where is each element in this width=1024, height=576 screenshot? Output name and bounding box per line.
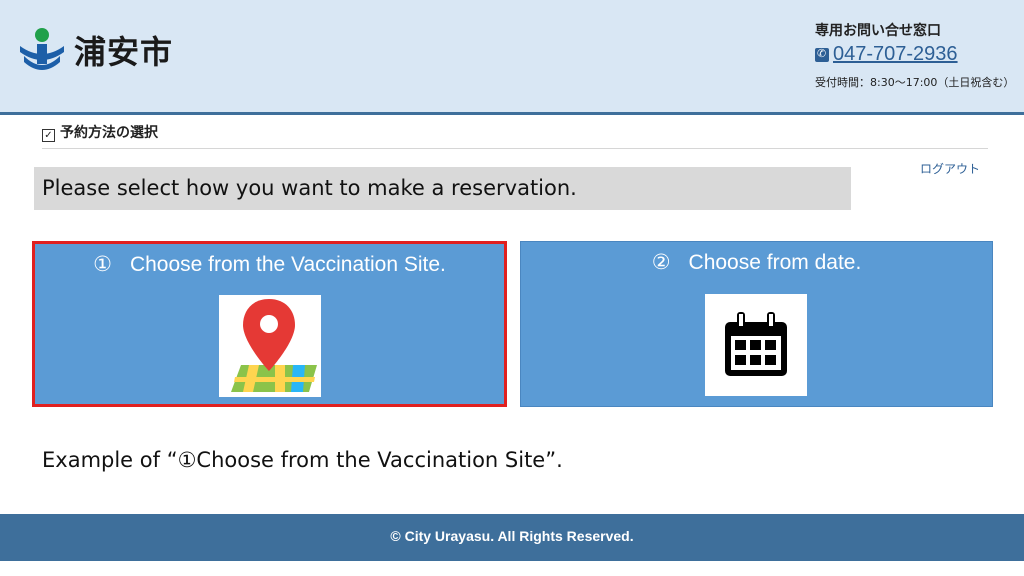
contact-phone-row: 047-707-2936 xyxy=(815,43,1024,66)
example-caption: Example of “①Choose from the Vaccination… xyxy=(42,448,563,472)
city-logo[interactable]: 浦安市 xyxy=(16,20,173,80)
contact-info: 専用お問い合せ窓口 047-707-2936 受付時間：8:30～17:00（土… xyxy=(815,20,1024,90)
phone-icon xyxy=(815,47,829,62)
city-emblem-icon xyxy=(20,28,64,70)
instruction-banner: Please select how you want to make a res… xyxy=(34,167,851,210)
logout-link[interactable]: ログアウト xyxy=(920,160,980,177)
phone-link[interactable]: 047-707-2936 xyxy=(833,43,958,66)
option-vaccination-site[interactable]: ① Choose from the Vaccination Site. xyxy=(32,241,507,407)
section-title: 予約方法の選択 xyxy=(60,125,158,141)
option-label: ① Choose from the Vaccination Site. xyxy=(35,252,504,277)
contact-hours: 受付時間：8:30～17:00（土日祝含む） xyxy=(815,76,1015,89)
option-date[interactable]: ② Choose from date. xyxy=(520,241,993,407)
option-number: ② xyxy=(651,251,671,274)
contact-title: 専用お問い合せ窓口 xyxy=(815,23,941,39)
option-number: ① xyxy=(93,253,112,276)
option-label: ② Choose from date. xyxy=(521,250,992,275)
option-text: Choose from the Vaccination Site. xyxy=(129,253,446,276)
checkbox-icon: ✓ xyxy=(42,129,55,142)
site-footer: © City Urayasu. All Rights Reserved. xyxy=(0,514,1024,561)
site-header: 浦安市 専用お問い合せ窓口 047-707-2936 受付時間：8:30～17:… xyxy=(0,0,1024,115)
instruction-text: Please select how you want to make a res… xyxy=(42,176,577,200)
city-name: 浦安市 xyxy=(74,33,174,71)
option-text: Choose from date. xyxy=(688,251,862,274)
copyright-text: © City Urayasu. All Rights Reserved. xyxy=(390,528,634,544)
section-heading: ✓ 予約方法の選択 xyxy=(42,122,988,149)
calendar-icon xyxy=(705,294,807,396)
map-pin-icon xyxy=(219,295,321,397)
